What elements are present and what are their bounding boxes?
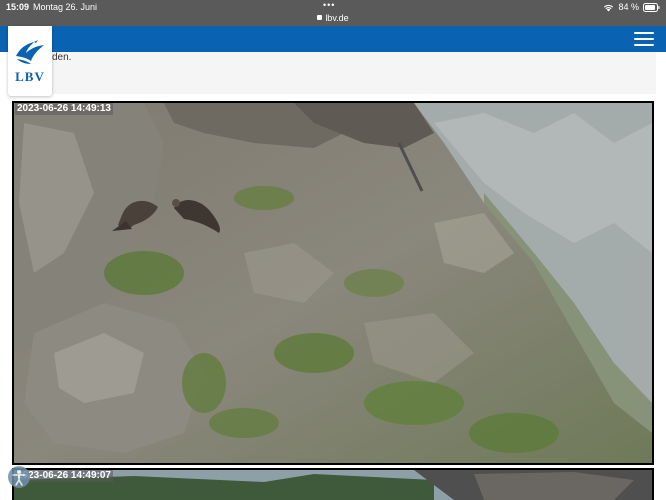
address-url: lbv.de	[325, 13, 349, 23]
lock-icon	[317, 15, 323, 21]
address-bar[interactable]: lbv.de	[0, 13, 666, 23]
webcam-timestamp: 2023-06-26 14:49:13	[15, 103, 113, 115]
logo-text: LBV	[15, 69, 45, 84]
site-header	[0, 26, 666, 52]
lbv-bird-logo	[16, 40, 44, 64]
content-strip	[10, 52, 656, 94]
status-time: 15:09	[6, 2, 30, 12]
battery-icon	[643, 2, 660, 12]
accessibility-icon	[12, 470, 26, 486]
status-bar: 15:09 Montag 26. Juni ••• lbv.de 84 %	[0, 0, 666, 26]
status-date: Montag 26. Juni	[33, 2, 98, 12]
battery-percent: 84 %	[618, 2, 639, 12]
accessibility-button[interactable]	[8, 466, 30, 488]
multitask-dots-icon[interactable]: •••	[323, 0, 335, 10]
content-text: den.	[52, 52, 72, 63]
wifi-icon	[603, 3, 614, 12]
lbv-logo[interactable]: LBV	[8, 26, 52, 96]
menu-icon[interactable]	[634, 32, 654, 46]
webcam-scene	[14, 103, 652, 463]
status-indicators: 84 %	[603, 2, 660, 12]
webcam-image[interactable]	[12, 101, 654, 465]
